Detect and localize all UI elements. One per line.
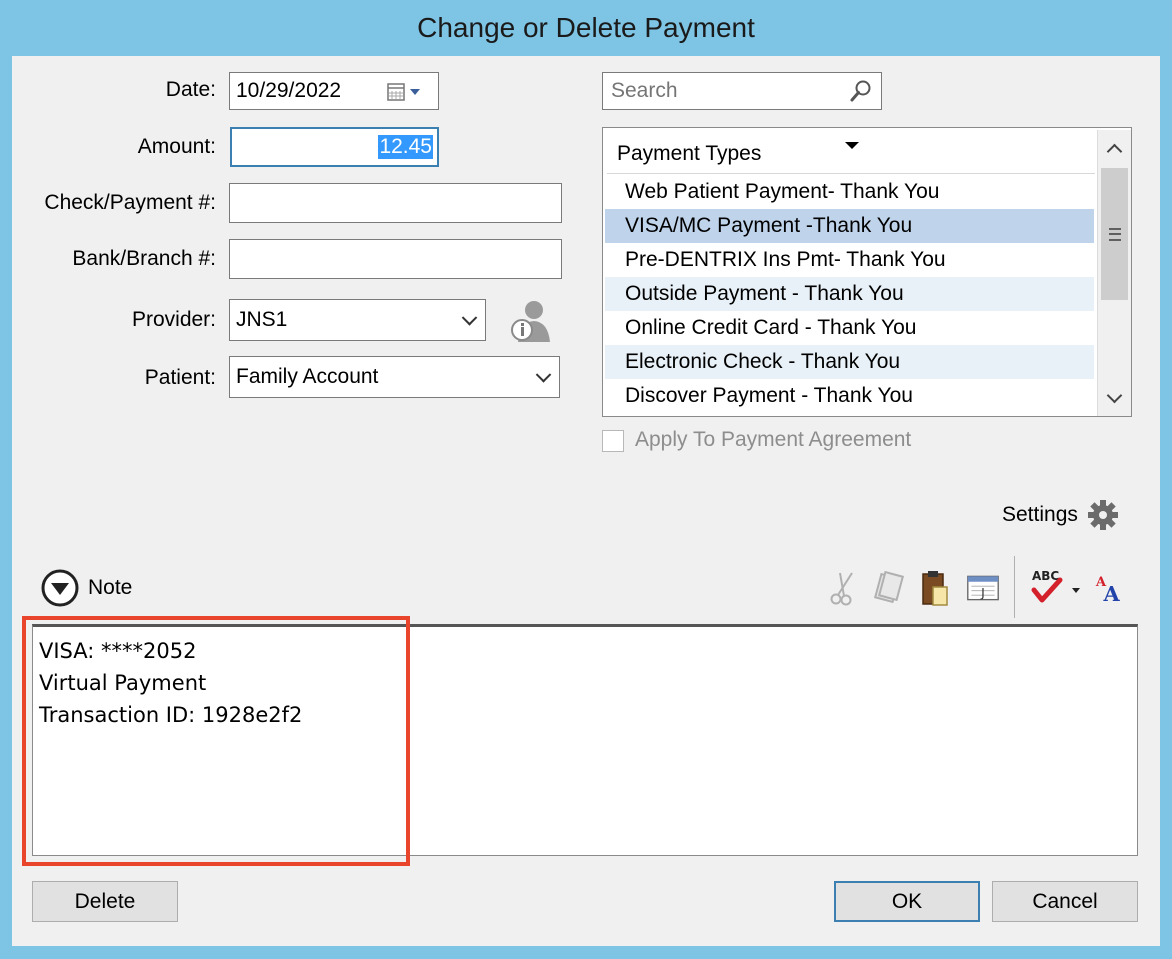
- date-label: Date:: [165, 78, 216, 101]
- scroll-down-button[interactable]: [1098, 380, 1131, 414]
- chevron-down-icon: [1106, 387, 1123, 403]
- window-titlebar: Change or Delete Payment: [0, 0, 1172, 56]
- payment-type-item[interactable]: Discover Payment - Thank You: [605, 379, 1094, 413]
- payment-types-header[interactable]: Payment Types: [607, 134, 1095, 174]
- settings-button[interactable]: Settings: [1002, 498, 1120, 532]
- window-title: Change or Delete Payment: [417, 12, 755, 43]
- provider-value: JNS1: [236, 308, 288, 331]
- payment-type-item[interactable]: Outside Payment - Thank You: [605, 277, 1094, 311]
- provider-select[interactable]: JNS1: [229, 299, 486, 341]
- chevron-down-icon: [461, 310, 478, 326]
- scissors-icon[interactable]: [826, 568, 860, 608]
- dialog-body: Date: 10/29/2022 Amount: 12.45 Check/Pay…: [12, 56, 1160, 946]
- note-label: Note: [88, 576, 133, 599]
- note-line: VISA: ****2052: [39, 639, 197, 663]
- note-textarea[interactable]: VISA: ****2052 Virtual Payment Transacti…: [32, 624, 1138, 856]
- payment-type-label: Outside Payment - Thank You: [625, 282, 904, 305]
- amount-label: Amount:: [137, 135, 216, 158]
- chevron-up-icon: [1106, 143, 1123, 159]
- paste-icon[interactable]: [918, 568, 952, 608]
- settings-label: Settings: [1002, 503, 1078, 526]
- svg-text:J: J: [980, 585, 985, 600]
- payment-types-scrollbar[interactable]: [1097, 130, 1131, 416]
- payment-type-item[interactable]: Web Patient Payment- Thank You: [605, 175, 1094, 209]
- note-line: Virtual Payment: [39, 671, 207, 695]
- amount-value: 12.45: [378, 135, 433, 159]
- svg-text:ABC: ABC: [1032, 569, 1059, 583]
- search-field[interactable]: [602, 72, 882, 110]
- payment-type-label: Electronic Check - Thank You: [625, 350, 901, 373]
- payment-types-list[interactable]: Payment Types Web Patient Payment- Thank…: [602, 127, 1132, 417]
- note-line: Transaction ID: 1928e2f2: [39, 703, 303, 727]
- cancel-button[interactable]: Cancel: [992, 881, 1138, 922]
- delete-button[interactable]: Delete: [32, 881, 178, 922]
- bank-branch-label: Bank/Branch #:: [72, 247, 216, 270]
- apply-agreement-checkbox[interactable]: [602, 430, 624, 452]
- payment-type-label: Discover Payment - Thank You: [625, 384, 913, 407]
- gear-icon: [1086, 498, 1120, 532]
- payment-type-label: Web Patient Payment- Thank You: [625, 180, 940, 203]
- payment-type-label: Online Credit Card - Thank You: [625, 316, 917, 339]
- date-value: 10/29/2022: [236, 79, 342, 102]
- ok-button[interactable]: OK: [834, 881, 980, 922]
- patient-label: Patient:: [144, 366, 216, 389]
- sort-arrow-icon: [845, 142, 859, 149]
- grip-icon: [1108, 227, 1121, 241]
- font-icon[interactable]: A A: [1094, 568, 1128, 608]
- date-field[interactable]: 10/29/2022: [229, 72, 439, 110]
- payment-type-label: VISA/MC Payment -Thank You: [625, 214, 913, 237]
- svg-text:A: A: [1102, 581, 1120, 606]
- payment-type-item[interactable]: Online Credit Card - Thank You: [605, 311, 1094, 345]
- provider-label: Provider:: [131, 308, 216, 331]
- check-payment-label: Check/Payment #:: [44, 191, 216, 214]
- chevron-down-icon: [535, 367, 552, 383]
- bank-branch-field[interactable]: [229, 239, 562, 279]
- payment-types-header-label: Payment Types: [617, 141, 762, 165]
- toolbar-separator: [1014, 556, 1015, 618]
- scroll-up-button[interactable]: [1098, 132, 1131, 166]
- spellcheck-icon[interactable]: ABC: [1028, 566, 1084, 606]
- note-toggle[interactable]: Note: [40, 568, 132, 608]
- patient-select[interactable]: Family Account: [229, 356, 560, 398]
- search-input[interactable]: [609, 78, 833, 104]
- search-icon[interactable]: [849, 79, 873, 103]
- check-payment-field[interactable]: [229, 183, 562, 223]
- amount-field[interactable]: 12.45: [230, 127, 439, 167]
- provider-info-icon[interactable]: [506, 298, 552, 344]
- apply-agreement-label: Apply To Payment Agreement: [635, 428, 912, 451]
- copy-icon[interactable]: [872, 568, 906, 608]
- insert-date-icon[interactable]: J: [966, 568, 1000, 608]
- patient-value: Family Account: [236, 365, 379, 388]
- collapse-circle-icon: [40, 568, 80, 608]
- calendar-icon[interactable]: [386, 81, 426, 103]
- payment-type-item[interactable]: Pre-DENTRIX Ins Pmt- Thank You: [605, 243, 1094, 277]
- payment-type-label: Pre-DENTRIX Ins Pmt- Thank You: [625, 248, 946, 271]
- payment-type-item[interactable]: Electronic Check - Thank You: [605, 345, 1094, 379]
- payment-type-item[interactable]: VISA/MC Payment -Thank You: [605, 209, 1094, 243]
- scroll-thumb[interactable]: [1101, 168, 1128, 300]
